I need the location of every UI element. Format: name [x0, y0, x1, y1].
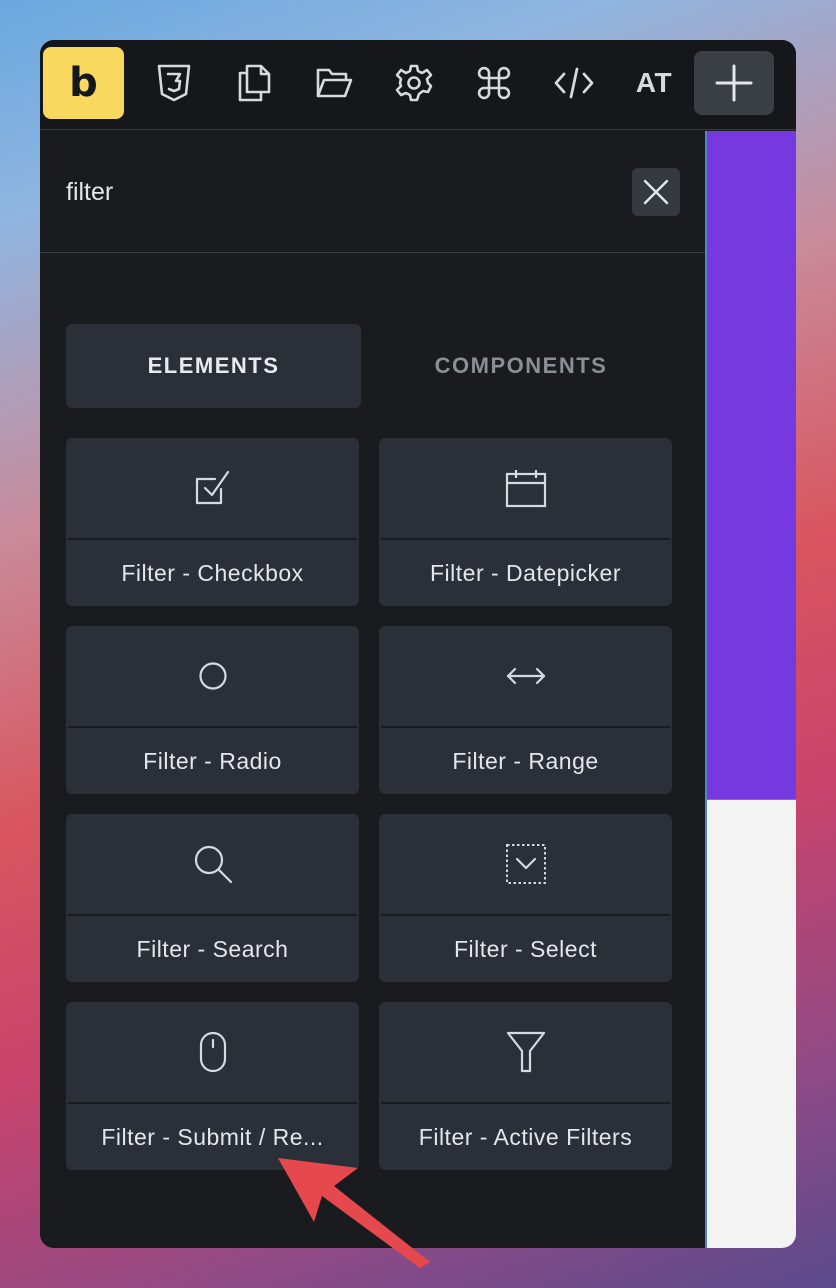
attributes-button[interactable]: AT [614, 47, 694, 119]
settings-button[interactable] [374, 47, 454, 119]
panel-tabs: ELEMENTS COMPONENTS [66, 324, 676, 408]
funnel-icon [506, 1031, 545, 1073]
mouse-icon [199, 1031, 226, 1073]
element-card-filter-checkbox[interactable]: Filter - Checkbox [66, 438, 359, 606]
element-card-filter-select[interactable]: Filter - Select [379, 814, 672, 982]
element-label: Filter - Radio [143, 747, 282, 774]
element-label: Filter - Datepicker [430, 559, 621, 586]
search-input[interactable] [66, 167, 626, 217]
pages-button[interactable] [214, 47, 294, 119]
at-icon: AT [635, 67, 673, 98]
close-icon [643, 179, 669, 205]
element-label: Filter - Select [454, 935, 597, 962]
element-card-filter-submit-reset[interactable]: Filter - Submit / Re... [66, 1002, 359, 1170]
add-element-button[interactable] [694, 51, 774, 115]
command-icon [477, 66, 511, 100]
canvas-preview-area[interactable] [705, 799, 796, 1248]
elements-panel: ELEMENTS COMPONENTS Filter - Checkbox [40, 131, 705, 1248]
top-toolbar: b AT [40, 40, 796, 130]
clear-search-button[interactable] [632, 168, 680, 216]
code-button[interactable] [534, 47, 614, 119]
horizontal-arrows-icon [506, 667, 545, 685]
element-label: Filter - Search [136, 935, 289, 962]
annotation-arrow-icon [278, 1158, 430, 1268]
logo-letter: b [69, 60, 98, 106]
gear-icon [395, 64, 433, 102]
plus-icon [715, 64, 753, 102]
checkbox-icon [195, 470, 229, 505]
search-icon [194, 845, 232, 884]
element-card-filter-range[interactable]: Filter - Range [379, 626, 672, 794]
logo-button[interactable]: b [43, 47, 124, 119]
element-card-filter-active-filters[interactable]: Filter - Active Filters [379, 1002, 672, 1170]
element-label: Filter - Range [452, 747, 599, 774]
folder-open-icon [316, 68, 353, 98]
element-card-filter-datepicker[interactable]: Filter - Datepicker [379, 438, 672, 606]
css-button[interactable] [134, 47, 214, 119]
copy-pages-icon [238, 64, 271, 102]
tab-elements[interactable]: ELEMENTS [66, 324, 361, 408]
elements-grid: Filter - Checkbox Filter - Datepicker Fi… [66, 438, 672, 1170]
builder-window: b AT filter ELEMENTS COMPONENTS Filter -… [40, 40, 796, 1248]
code-icon [554, 67, 594, 99]
element-card-filter-search[interactable]: Filter - Search [66, 814, 359, 982]
calendar-icon [505, 470, 546, 508]
select-dropdown-icon [505, 844, 546, 884]
element-card-filter-radio[interactable]: Filter - Radio [66, 626, 359, 794]
tab-components[interactable]: COMPONENTS [366, 324, 676, 408]
radio-circle-icon [198, 662, 227, 690]
open-button[interactable] [294, 47, 374, 119]
search-row [40, 131, 705, 253]
canvas-preview-section[interactable] [705, 131, 796, 799]
element-label: Filter - Checkbox [121, 559, 304, 586]
command-button[interactable] [454, 47, 534, 119]
css3-icon [157, 64, 191, 102]
